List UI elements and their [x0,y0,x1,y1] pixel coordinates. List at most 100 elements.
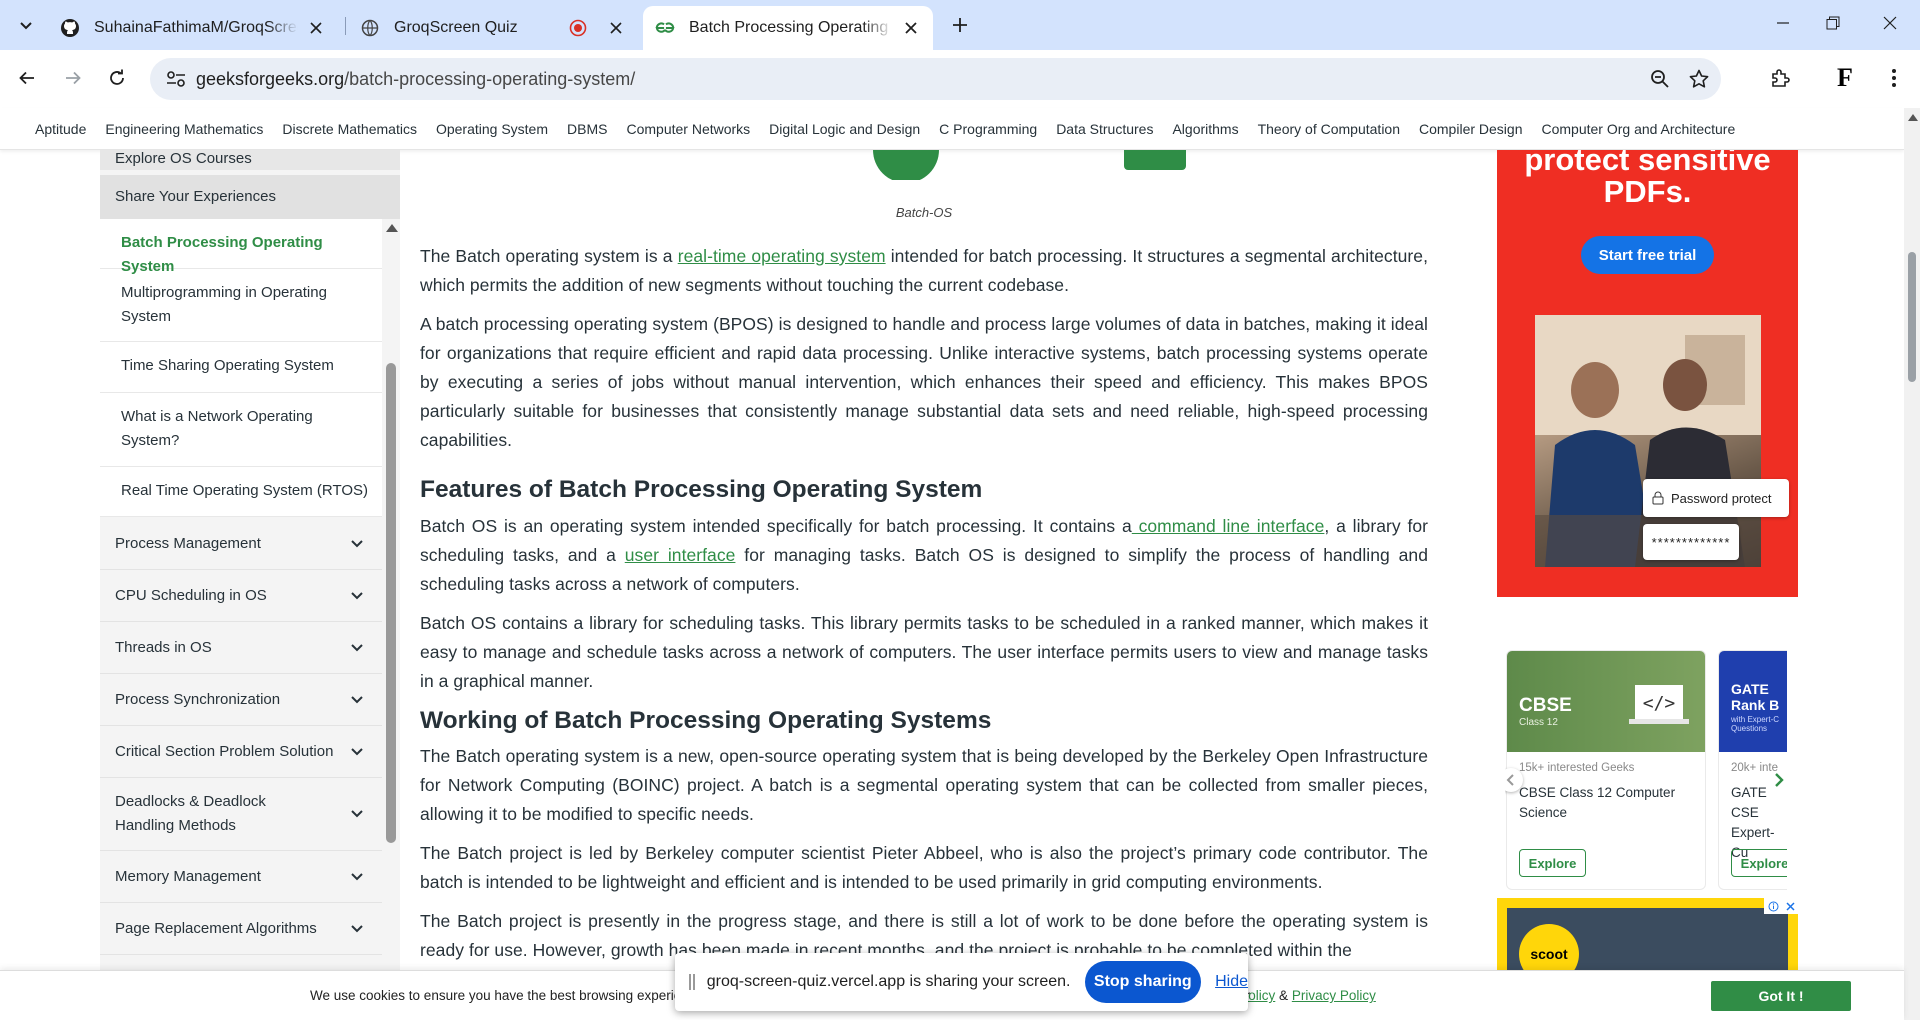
site-info-icon[interactable] [156,62,196,96]
close-tab-icon[interactable] [306,18,326,38]
new-tab-button[interactable] [946,11,974,39]
heading-working: Working of Batch Processing Operating Sy… [420,707,992,734]
sidebar-category-label: Threads in OS [115,638,212,656]
privacy-policy-link[interactable]: Privacy Policy [1292,988,1376,1003]
card-banner: GATE Rank B with Expert-C Questions [1719,651,1787,752]
course-carousel: CBSE Class 12 </> 15k+ interested Geeks … [1505,650,1787,890]
forward-button[interactable] [56,61,90,95]
page-scrollbar-thumb[interactable] [1908,252,1916,382]
paragraph: Batch OS contains a library for scheduli… [420,613,1428,691]
password-field-mock: ************* [1643,524,1739,560]
scroll-up-arrow-icon[interactable] [386,224,398,232]
article: Batch-OS The Batch operating system is a… [420,150,1428,970]
adchoices-icon[interactable] [1764,898,1798,914]
reload-button[interactable] [100,61,134,95]
subnav-link[interactable]: Operating System [436,121,548,137]
link-command-line-interface[interactable]: command line interface [1132,516,1325,536]
close-icon[interactable] [1785,901,1795,911]
tab-groqscreen-quiz[interactable]: GroqScreen Quiz [348,6,638,50]
svg-text:</>: </> [1643,693,1676,714]
pdf-ad[interactable]: protect sensitive PDFs. Start free trial… [1497,150,1798,597]
sidebar-scrollbar-thumb[interactable] [386,363,396,843]
tab-search-button[interactable] [11,10,41,40]
subnav-link[interactable]: C Programming [939,121,1037,137]
restore-button[interactable] [1803,0,1863,46]
url-text: geeksforgeeks.org/batch-processing-opera… [196,68,636,89]
sidebar-subitem-network-os[interactable]: What is a Network Operating System? [100,393,382,467]
heading-features: Features of Batch Processing Operating S… [420,476,983,503]
subnav-link[interactable]: Data Structures [1056,121,1153,137]
subnav-link[interactable]: Compiler Design [1419,121,1522,137]
chevron-down-icon [351,872,363,880]
close-window-button[interactable] [1860,0,1920,46]
subnav-link[interactable]: Discrete Mathematics [282,121,417,137]
start-free-trial-button[interactable]: Start free trial [1581,236,1714,274]
sidebar-subitem-batch-processing[interactable]: Batch Processing Operating System [100,219,382,275]
minimize-icon [1777,22,1789,24]
card-meta: 15k+ interested Geeks [1519,762,1635,774]
bookmark-star-icon[interactable] [1682,62,1716,96]
course-card[interactable]: CBSE Class 12 </> 15k+ interested Geeks … [1506,650,1706,890]
sidebar-category-critical-section[interactable]: Critical Section Problem Solution [100,726,382,778]
accept-cookies-button[interactable]: Got It ! [1711,981,1851,1011]
stop-sharing-button[interactable]: Stop sharing [1084,961,1202,1003]
subnav-link[interactable]: Theory of Computation [1258,121,1400,137]
sidebar-scrollbar[interactable] [385,219,398,970]
chevron-down-icon [351,539,363,547]
page-scrollbar[interactable] [1904,108,1920,1020]
scroll-up-arrow-icon[interactable] [1908,114,1918,121]
close-tab-icon[interactable] [901,18,921,38]
tab-strip: SuhainaFathimaM/GroqScreen-Quiz GroqScre… [0,0,1920,50]
code-icon: </> [1629,685,1689,724]
arrow-left-icon [19,71,34,85]
sidebar-category-threads[interactable]: Threads in OS [100,622,382,674]
subnav-link[interactable]: Engineering Mathematics [105,121,263,137]
sidebar-category-process-management[interactable]: Process Management [100,518,382,570]
restore-icon [1826,16,1840,30]
ad-headline: protect sensitive PDFs. [1524,150,1771,209]
sidebar-subitem-label: Multiprogramming in Operating System [121,284,327,325]
subnav-link[interactable]: Computer Networks [626,121,750,137]
subnav-link[interactable]: Algorithms [1172,121,1238,137]
menu-button[interactable] [1877,61,1911,95]
address-bar[interactable]: geeksforgeeks.org/batch-processing-opera… [150,58,1721,100]
extensions-button[interactable] [1764,61,1798,95]
subnav-link[interactable]: Digital Logic and Design [769,121,920,137]
tab-github[interactable]: SuhainaFathimaM/GroqScreen-Quiz [48,6,338,50]
link-real-time-os[interactable]: real-time operating system [678,246,886,266]
sidebar-category-deadlocks[interactable]: Deadlocks & Deadlock Handling Methods [100,778,382,851]
sidebar-item-share-experiences[interactable]: Share Your Experiences [100,175,400,219]
close-tab-icon[interactable] [606,18,626,38]
lock-icon [1652,491,1664,505]
subnav-link[interactable]: Aptitude [35,121,86,137]
carousel-next-button[interactable] [1767,768,1787,792]
sidebar-category-cpu-scheduling[interactable]: CPU Scheduling in OS [100,570,382,622]
sidebar-category-label: Memory Management [115,867,261,885]
sidebar-category-process-sync[interactable]: Process Synchronization [100,674,382,726]
card-banner: CBSE Class 12 </> [1507,651,1705,752]
tab-batch-processing[interactable]: Batch Processing Operating System [643,6,933,50]
sidebar-category-page-replacement[interactable]: Page Replacement Algorithms [100,903,382,955]
drag-handle-icon[interactable] [689,974,695,990]
profile-avatar[interactable]: F [1828,61,1862,95]
globe-icon [360,18,380,38]
explore-button[interactable]: Explore [1731,849,1787,877]
sidebar-category-label: Process Synchronization [115,690,281,708]
sidebar-item-explore-courses[interactable]: Explore OS Courses [100,150,400,170]
zoom-icon[interactable] [1643,62,1677,96]
subnav-link[interactable]: DBMS [567,121,607,137]
subnav-link[interactable]: Computer Org and Architecture [1541,121,1735,137]
sidebar-subitem-multiprogramming[interactable]: Multiprogramming in Operating System [100,269,382,342]
explore-button[interactable]: Explore [1519,849,1586,877]
chevron-right-icon [1775,773,1784,787]
hide-share-bar-link[interactable]: Hide [1215,973,1248,991]
link-user-interface[interactable]: user interface [625,545,736,565]
sidebar-subitem-rtos[interactable]: Real Time Operating System (RTOS) [100,467,382,517]
scoot-ad[interactable]: scoot [1497,898,1798,978]
sidebar-subitem-time-sharing[interactable]: Time Sharing Operating System [100,342,382,393]
back-button[interactable] [10,61,44,95]
sidebar-category-label: Page Replacement Algorithms [115,919,317,937]
sidebar-category-memory-management[interactable]: Memory Management [100,851,382,903]
arrow-right-icon [66,71,81,85]
chevron-down-icon [351,591,363,599]
